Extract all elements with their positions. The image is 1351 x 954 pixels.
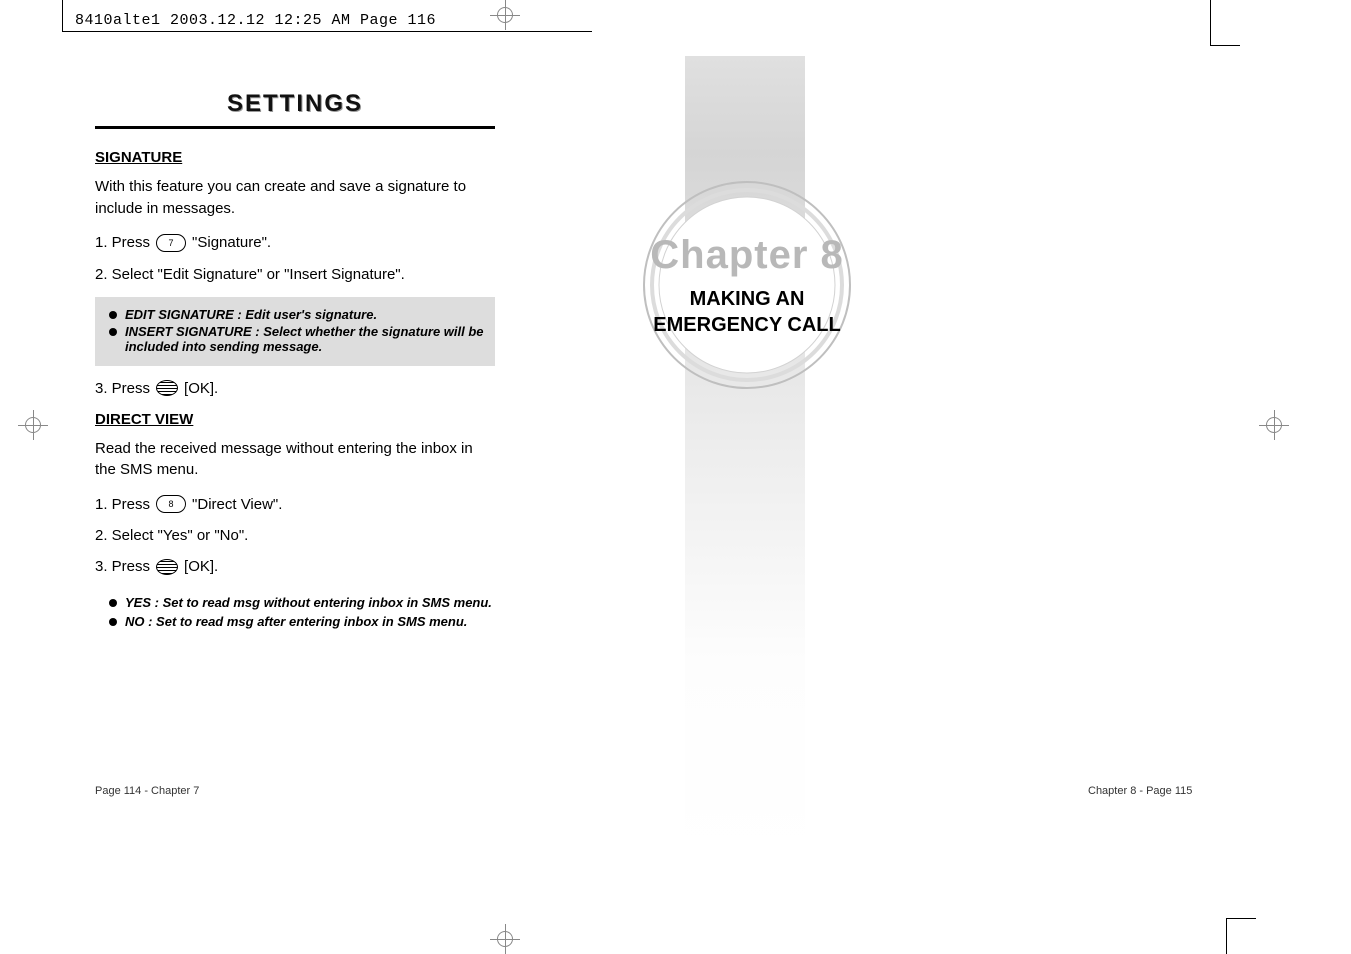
ok-key-icon — [156, 559, 178, 575]
section-intro: Read the received message without enteri… — [95, 438, 495, 482]
registration-mark — [18, 410, 48, 440]
step-text: "Signature". — [192, 234, 271, 251]
bullet-icon — [109, 618, 117, 626]
note-text: EDIT SIGNATURE : Edit user's signature. — [125, 307, 485, 322]
step-text: 1. Press — [95, 234, 150, 251]
step-text: 1. Press — [95, 496, 150, 513]
bullet-list: YES : Set to read msg without entering i… — [95, 589, 495, 629]
prepress-slug: 8410alte1 2003.12.12 12:25 AM Page 116 — [75, 12, 436, 29]
step-text: [OK]. — [184, 558, 218, 575]
step-item: 3. Press [OK]. — [95, 380, 495, 397]
page-footer-right: Chapter 8 - Page 115 — [1088, 785, 1192, 797]
note-text: INSERT SIGNATURE : Select whether the si… — [125, 324, 485, 354]
bullet-text: YES : Set to read msg without entering i… — [125, 595, 492, 610]
chapter-gradient-bar — [685, 56, 805, 861]
section-intro: With this feature you can create and sav… — [95, 176, 495, 220]
title-rule — [95, 126, 495, 129]
bullet-icon — [109, 599, 117, 607]
bullet-icon — [109, 328, 117, 336]
bullet-text: NO : Set to read msg after entering inbo… — [125, 614, 467, 629]
note-box: EDIT SIGNATURE : Edit user's signature. … — [95, 297, 495, 366]
step-item: 1. Press 8 "Direct View". — [95, 495, 495, 513]
bullet-icon — [109, 311, 117, 319]
ok-key-icon — [156, 380, 178, 396]
page-title: SETTINGS — [95, 90, 495, 118]
step-item: 2. Select "Edit Signature" or "Insert Si… — [95, 266, 495, 283]
step-text: "Direct View". — [192, 496, 282, 513]
registration-mark — [1259, 410, 1289, 440]
left-page: SETTINGS SIGNATURE With this feature you… — [95, 90, 495, 633]
key-icon: 7 — [156, 234, 186, 252]
crop-mark — [1195, 0, 1211, 45]
step-item: 2. Select "Yes" or "No". — [95, 527, 495, 544]
step-item: 3. Press [OK]. — [95, 558, 495, 575]
step-text: 3. Press — [95, 558, 150, 575]
registration-mark — [490, 0, 520, 30]
step-item: 1. Press 7 "Signature". — [95, 234, 495, 252]
step-text: 3. Press — [95, 380, 150, 397]
registration-mark — [490, 924, 520, 954]
step-text: [OK]. — [184, 380, 218, 397]
step-text: 2. Select "Edit Signature" or "Insert Si… — [95, 266, 405, 283]
section-heading: SIGNATURE — [95, 149, 495, 166]
section-heading: DIRECT VIEW — [95, 411, 495, 428]
key-icon: 8 — [156, 495, 186, 513]
page-footer-left: Page 114 - Chapter 7 — [95, 785, 199, 797]
step-text: 2. Select "Yes" or "No". — [95, 527, 248, 544]
